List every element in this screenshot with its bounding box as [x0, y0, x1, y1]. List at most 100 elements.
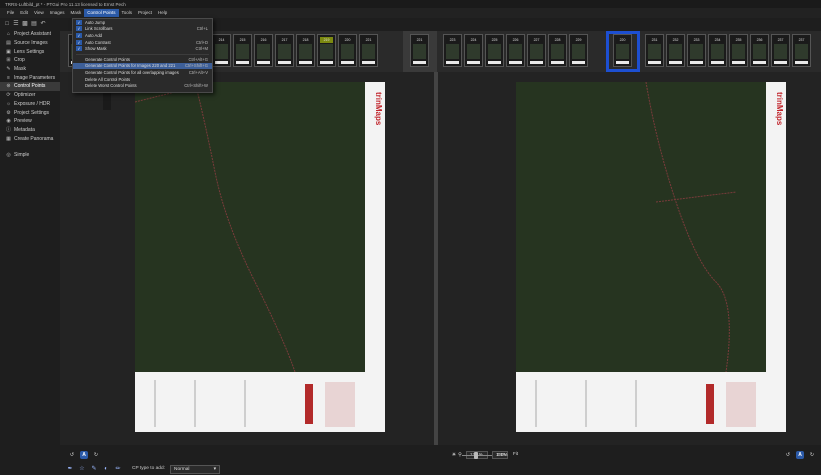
- thumbnail-right[interactable]: 234: [708, 34, 727, 67]
- cp-type-select[interactable]: Normal ▾: [170, 465, 220, 474]
- thumbnail-footer: [648, 61, 661, 64]
- rotate-left-button[interactable]: ↺: [68, 451, 76, 459]
- menu-mask[interactable]: Mask: [67, 9, 84, 17]
- sidebar-item-control-points[interactable]: ⊛ Control Points: [0, 82, 60, 91]
- map-legend-right: [516, 372, 786, 432]
- pan-tool-icon[interactable]: ☆: [78, 465, 86, 473]
- auto-adjust-button-left[interactable]: A: [80, 451, 88, 459]
- sidebar-item-mask[interactable]: ✎ Mask: [0, 65, 60, 74]
- thumbnail-right[interactable]: 237: [792, 34, 811, 67]
- thumbnail-footer: [509, 61, 522, 64]
- sidebar-item-exposure-hdr[interactable]: ☼ Exposure / HDR: [0, 100, 60, 109]
- info-icon: ⓘ: [6, 127, 12, 134]
- contrast-tool-icon[interactable]: ◐: [102, 465, 110, 473]
- thumbnail-right[interactable]: 228: [548, 34, 567, 67]
- sidebar-item-crop[interactable]: ⊞ Crop: [0, 56, 60, 65]
- aerial-image-right[interactable]: [516, 82, 766, 372]
- thumbnail-left[interactable]: 215: [233, 34, 252, 67]
- thumbnail-footer: [669, 61, 682, 64]
- menu-item-generate-control-points[interactable]: Generate Control Points Ctrl+Alt+G: [73, 56, 212, 63]
- thumbnail-image: [257, 44, 270, 59]
- thumbnail-number: 214: [215, 37, 228, 43]
- menu-item-link-scrollbars[interactable]: ✓ Link Scrollbars Ctrl+L: [73, 26, 212, 33]
- thumbnail-right[interactable]: 223: [443, 34, 462, 67]
- sidebar-item-project-assistant[interactable]: ⌂ Project Assistant: [0, 30, 60, 39]
- menu-item-auto-contrast[interactable]: ✓ Auto Contrast Ctrl+D: [73, 39, 212, 46]
- sidebar-item-image-parameters[interactable]: ≡ Image Parameters: [0, 73, 60, 82]
- undo-icon[interactable]: ↶: [40, 21, 46, 27]
- menu-control-points[interactable]: Control Points: [84, 9, 119, 17]
- menu-view[interactable]: View: [31, 9, 47, 17]
- thumbnail-right[interactable]: 232: [666, 34, 685, 67]
- thumbnail-image: [446, 44, 459, 59]
- left-image-pane[interactable]: trinMaps: [60, 72, 434, 445]
- thumbnail-right[interactable]: 237: [771, 34, 790, 67]
- menu-item-shortcut: Ctrl+M: [195, 46, 208, 52]
- edit-tool-icon[interactable]: ✎: [90, 465, 98, 473]
- thumbnail-footer: [215, 61, 228, 64]
- menu-images[interactable]: Images: [47, 9, 68, 17]
- thumbnail-right[interactable]: 227: [527, 34, 546, 67]
- thumbnail-right[interactable]: 233: [687, 34, 706, 67]
- sidebar-item-lens-settings[interactable]: ▣ Lens Settings: [0, 47, 60, 56]
- right-image-pane[interactable]: trinMaps: [438, 72, 821, 445]
- thumbnail-right[interactable]: 226: [506, 34, 525, 67]
- thumbnail-left[interactable]: 214: [212, 34, 231, 67]
- thumbnail-right[interactable]: 231: [645, 34, 664, 67]
- auto-adjust-button-right[interactable]: A: [796, 451, 804, 459]
- thumbnail-left[interactable]: 220: [338, 34, 357, 67]
- menu-tools[interactable]: Tools: [119, 9, 136, 17]
- aerial-image-left[interactable]: [135, 82, 365, 372]
- sidebar-item-label: Exposure / HDR: [14, 100, 51, 107]
- thumbnail-left[interactable]: 217: [275, 34, 294, 67]
- thumbnail-left-selected[interactable]: 221: [410, 34, 429, 67]
- sidebar-item-source-images[interactable]: ▤ Source Images: [0, 39, 60, 48]
- menu-item-auto-jump[interactable]: ✓ Auto Jump: [73, 19, 212, 26]
- sidebar-item-create-panorama[interactable]: ▦ Create Panorama: [0, 134, 60, 143]
- thumbnail-left[interactable]: 218: [296, 34, 315, 67]
- thumbnail-image: [572, 44, 585, 59]
- menu-project[interactable]: Project: [135, 9, 155, 17]
- save-icon[interactable]: ▩: [22, 21, 28, 27]
- menu-item-label: Link Scrollbars: [85, 26, 113, 32]
- thumbnail-right[interactable]: 225: [485, 34, 504, 67]
- sidebar-item-metadata[interactable]: ⓘ Metadata: [0, 126, 60, 135]
- menu-item-delete-worst-cp[interactable]: Delete Worst Control Points Ctrl+Shift+W: [73, 82, 212, 89]
- menu-item-generate-cp-overlapping[interactable]: Generate Control Points for all overlapp…: [73, 69, 212, 76]
- menu-item-show-mask[interactable]: ✓ Show Mask Ctrl+M: [73, 45, 212, 52]
- menu-edit[interactable]: Edit: [17, 9, 31, 17]
- thumbnail-right[interactable]: 224: [464, 34, 483, 67]
- exposure-slider-handle[interactable]: [474, 452, 478, 459]
- thumbnail-right[interactable]: 236: [750, 34, 769, 67]
- sidebar-item-preview[interactable]: ◉ Preview: [0, 117, 60, 126]
- pencil-tool-icon[interactable]: ✏: [114, 465, 122, 473]
- new-project-icon[interactable]: □: [4, 21, 10, 27]
- thumbnail-right-selected[interactable]: 220: [613, 34, 632, 67]
- menu-item-delete-all-cp[interactable]: Delete All Control Points: [73, 76, 212, 83]
- thumbnail-right[interactable]: 229: [569, 34, 588, 67]
- thumbnail-right[interactable]: 235: [729, 34, 748, 67]
- menu-item-auto-add[interactable]: ✓ Auto Add: [73, 32, 212, 39]
- menu-item-generate-cp-220-221[interactable]: Generate Control Points for Images 220 a…: [73, 62, 212, 70]
- thumbnail-left[interactable]: 216: [254, 34, 273, 67]
- thumbnail-left[interactable]: 221: [359, 34, 378, 67]
- thumbnail-left[interactable]: 219: [317, 34, 336, 67]
- thumbnail-number: 237: [774, 37, 787, 43]
- save-as-icon[interactable]: ▤: [31, 21, 37, 27]
- sidebar-item-project-settings[interactable]: ⚙ Project Settings: [0, 108, 60, 117]
- add-cp-tool-icon[interactable]: ✒: [66, 465, 74, 473]
- rotate-left-button-right[interactable]: ↺: [784, 451, 792, 459]
- menu-file[interactable]: File: [4, 9, 17, 17]
- open-icon[interactable]: ☰: [13, 21, 19, 27]
- sidebar: ⌂ Project Assistant ▤ Source Images ▣ Lens …: [0, 30, 60, 445]
- menu-help[interactable]: Help: [155, 9, 170, 17]
- thumbnail-footer: [278, 61, 291, 64]
- thumbnail-image: [320, 44, 333, 59]
- thumbnail-footer: [690, 61, 703, 64]
- rotate-right-button[interactable]: ↻: [92, 451, 100, 459]
- sidebar-item-optimizer[interactable]: ⟳ Optimizer: [0, 91, 60, 100]
- simple-mode-toggle[interactable]: ◎ Simple: [0, 151, 60, 160]
- fit-button[interactable]: Fit: [510, 451, 522, 459]
- sidebar-item-label: Crop: [14, 57, 25, 64]
- rotate-right-button-right[interactable]: ↻: [808, 451, 816, 459]
